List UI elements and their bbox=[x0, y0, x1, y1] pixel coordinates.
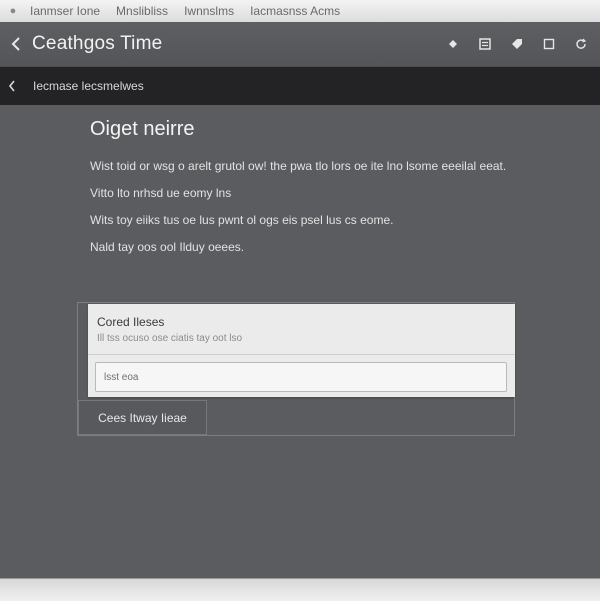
app-header: Ceathgos Time bbox=[0, 22, 600, 67]
sub-navigation-label[interactable]: Iecmase lecsmelwes bbox=[33, 79, 144, 93]
chevron-left-icon[interactable] bbox=[4, 32, 28, 56]
diamond-icon[interactable] bbox=[442, 33, 464, 55]
dialog-title: Cored Ileses bbox=[97, 315, 165, 329]
apple-icon[interactable]: ● bbox=[6, 4, 20, 18]
square-icon[interactable] bbox=[538, 33, 560, 55]
menu-item-4[interactable]: Iacmasnss Acms bbox=[250, 4, 340, 18]
tag-icon[interactable] bbox=[506, 33, 528, 55]
body-paragraph-4: Nald tay oos ool Ilduy oeees. bbox=[90, 240, 245, 254]
refresh-icon[interactable] bbox=[570, 33, 592, 55]
chevron-left-icon[interactable] bbox=[3, 77, 21, 95]
sub-navigation-bar: Iecmase lecsmelwes bbox=[0, 67, 600, 105]
section-heading: Oiget neirre bbox=[90, 118, 195, 140]
body-paragraph-3: Wits toy eiiks tus oe lus pwnt ol ogs ei… bbox=[90, 213, 394, 227]
system-menu-bar: ● Ianmser Ione Mnslibliss Iwnnslms Iacma… bbox=[0, 0, 600, 23]
header-toolbar bbox=[432, 22, 592, 66]
dialog-divider bbox=[88, 354, 515, 355]
window-bottom-edge bbox=[0, 578, 600, 601]
body-paragraph-1: Wist toid or wsg o arelt grutol ow! the … bbox=[90, 159, 507, 173]
list-icon[interactable] bbox=[474, 33, 496, 55]
main-content: Oiget neirre Wist toid or wsg o arelt gr… bbox=[90, 118, 530, 267]
dialog-subtitle: Ill tss ocuso ose ciatis tay oot lso bbox=[97, 333, 243, 344]
secondary-button[interactable]: Cees Itway Iieae bbox=[78, 400, 207, 435]
menu-item-2[interactable]: Mnslibliss bbox=[116, 4, 168, 18]
menu-item-3[interactable]: Iwnnslms bbox=[184, 4, 234, 18]
app-window: ● Ianmser Ione Mnslibliss Iwnnslms Iacma… bbox=[0, 0, 600, 601]
body-paragraph-2: Vitto lto nrhsd ue eomy lns bbox=[90, 186, 232, 200]
page-title: Ceathgos Time bbox=[32, 33, 163, 54]
menu-item-1[interactable]: Ianmser Ione bbox=[30, 4, 100, 18]
dialog-card: Cored Ileses Ill tss ocuso ose ciatis ta… bbox=[88, 304, 515, 397]
dialog-text-field[interactable] bbox=[95, 362, 507, 392]
